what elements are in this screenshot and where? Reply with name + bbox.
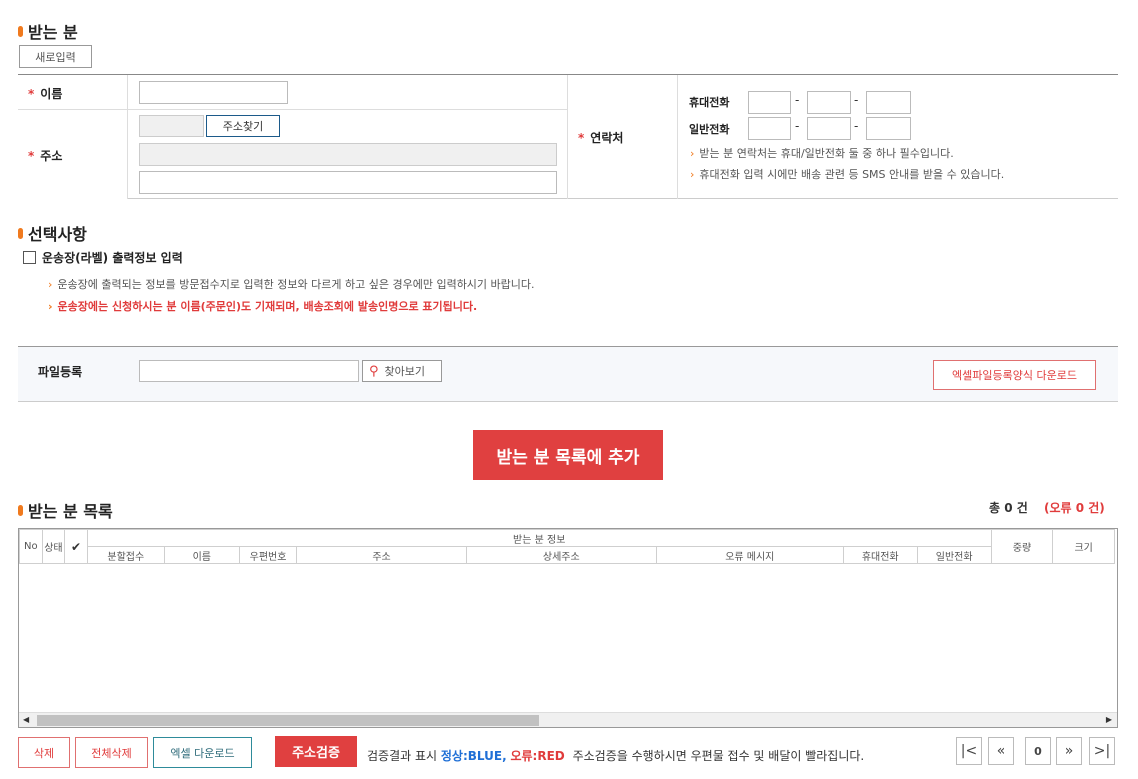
contact-note-2: › 휴대전화 입력 시에만 배송 관련 등 SMS 안내를 받을 수 있습니다. [690,168,1005,181]
dash: - [854,119,859,133]
col-phone: 일반전화 [916,546,992,564]
browse-button[interactable]: ⚲ 찾아보기 [362,360,442,382]
phone-part3-input[interactable] [866,117,911,140]
col-no: No [19,529,43,564]
name-input[interactable] [139,81,288,104]
label-info-checkbox-row[interactable]: 운송장(라벨) 출력정보 입력 [23,249,183,266]
address-label: * 주소 [28,149,63,163]
excel-download-button[interactable]: 엑셀 다운로드 [153,737,252,768]
search-icon: ⚲ [369,363,379,379]
label-info-checkbox[interactable] [23,251,36,264]
col-status: 상태 [41,529,66,564]
address-detail-input[interactable] [139,171,557,194]
scrollbar-thumb[interactable] [37,715,539,726]
page-last-button[interactable]: >| [1089,737,1115,765]
file-label: 파일등록 [38,365,83,379]
options-title-text: 선택사항 [28,225,87,244]
phone-label: 일반전화 [689,123,730,136]
col-weight: 중량 [990,529,1054,564]
recipient-list-grid: No 상태 ✔ 받는 분 정보 중량 크기 분할접수 이름 우편번호 주소 상세… [18,528,1118,728]
options-note-2: › 운송장에는 신청하시는 분 이름(주문인)도 기재되며, 배송조회에 발송인명… [48,300,478,313]
page-prev-button[interactable]: « [988,737,1014,765]
col-address-detail: 상세주소 [465,546,657,564]
address-input[interactable] [139,143,557,166]
col-zipcode: 우편번호 [238,546,298,564]
mobile-part1-input[interactable] [748,91,791,114]
col-mobile: 휴대전화 [842,546,918,564]
new-input-button[interactable]: 새로입력 [19,45,92,68]
recipient-title-text: 받는 분 [28,23,78,42]
list-title-text: 받는 분 목록 [28,502,113,521]
name-label: * 이름 [28,87,63,101]
zipcode-input[interactable] [139,115,204,137]
delete-all-button[interactable]: 전체삭제 [75,737,148,768]
recipient-form: * 이름 * 주소 주소찾기 * 연락처 휴대전화 - - 일반전화 - - › 받는 … [18,74,1118,199]
col-size: 크기 [1052,529,1115,564]
address-search-button[interactable]: 주소찾기 [206,115,280,137]
address-verify-button[interactable]: 주소검증 [275,736,357,767]
mobile-part2-input[interactable] [807,91,851,114]
mobile-part3-input[interactable] [866,91,911,114]
options-section-title: 선택사항 [18,221,87,245]
phone-part1-input[interactable] [748,117,791,140]
list-section-title: 받는 분 목록 [18,498,113,522]
col-address: 주소 [296,546,467,564]
verify-legend: 검증결과 표시 정상:BLUE, 오류:RED 주소검증을 수행하시면 우편물 … [367,749,865,763]
delete-button[interactable]: 삭제 [18,737,70,768]
list-count: 총 0 건 (오류 0 건) [989,501,1105,515]
contact-label: * 연락처 [578,131,624,145]
section-bullet-icon [18,227,23,239]
file-path-input[interactable] [139,360,359,382]
file-upload-box: 파일등록 ⚲ 찾아보기 엑셀파일등록양식 다운로드 [18,346,1118,402]
options-note-1: › 운송장에 출력되는 정보를 방문접수지로 입력한 정보와 다르게 하고 싶은 … [48,278,535,291]
col-group-recipient-info: 받는 분 정보 [86,529,992,547]
col-name: 이름 [163,546,240,564]
scroll-left-icon[interactable]: ◀ [23,715,29,724]
horizontal-scrollbar[interactable]: ◀ ▶ [19,712,1117,727]
dash: - [854,93,859,107]
page-first-button[interactable]: |< [956,737,982,765]
dash: - [795,119,800,133]
recipient-section-title: 받는 분 [18,19,78,43]
section-bullet-icon [18,25,23,37]
phone-part2-input[interactable] [807,117,851,140]
mobile-label: 휴대전화 [689,96,730,109]
contact-note-1: › 받는 분 연락처는 휴대/일반전화 둘 중 하나 필수입니다. [690,147,954,160]
col-error-message: 오류 메시지 [655,546,844,564]
dash: - [795,93,800,107]
section-bullet-icon [18,504,23,516]
checkbox-label: 운송장(라벨) 출력정보 입력 [42,251,183,265]
add-to-list-button[interactable]: 받는 분 목록에 추가 [473,430,663,480]
col-split: 분할접수 [86,546,165,564]
page-next-button[interactable]: » [1056,737,1082,765]
col-check[interactable]: ✔ [64,529,88,564]
page-current[interactable]: 0 [1025,737,1051,765]
scroll-right-icon[interactable]: ▶ [1106,715,1112,724]
excel-template-download-button[interactable]: 엑셀파일등록양식 다운로드 [933,360,1096,390]
